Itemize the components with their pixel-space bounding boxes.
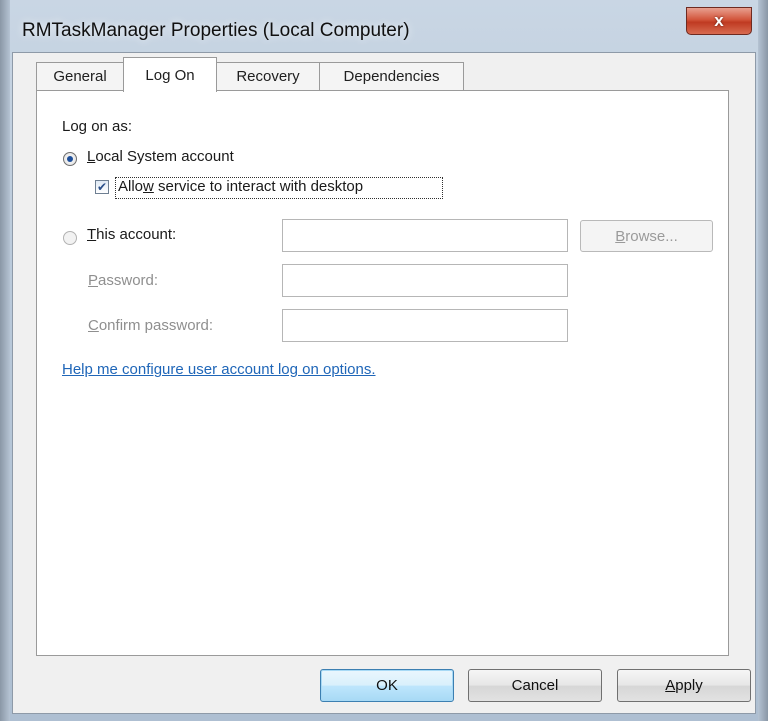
this-account-radio[interactable] [63,231,77,245]
tab-dependencies[interactable]: Dependencies [319,62,464,90]
help-link[interactable]: Help me configure user account log on op… [62,361,376,378]
account-name-input[interactable] [282,219,568,252]
local-system-label[interactable]: Local System account [87,148,234,165]
button-label: pply [675,677,703,694]
button-label: rowse... [625,227,678,245]
mnemonic: A [665,677,676,694]
window-frame-left [0,0,10,721]
properties-window: RMTaskManager Properties (Local Computer… [0,0,768,721]
label-text: service to interact with desktop [153,178,364,195]
tab-log-on[interactable]: Log On [123,57,217,92]
label-text: ocal System account [95,148,234,165]
interact-desktop-label[interactable]: Allow service to interact with desktop [118,178,363,195]
tab-label: Log On [145,66,195,84]
password-input[interactable] [282,264,568,297]
apply-button[interactable]: Apply [617,669,751,702]
window-title: RMTaskManager Properties (Local Computer… [22,20,410,41]
button-label: Cancel [511,677,559,694]
mnemonic: T [87,226,97,243]
window-frame-right [758,0,768,721]
this-account-label[interactable]: This account: [87,226,176,243]
ok-button[interactable]: OK [320,669,454,702]
confirm-password-input[interactable] [282,309,568,342]
mnemonic: B [615,227,626,245]
cancel-button[interactable]: Cancel [468,669,602,702]
checkmark-icon: ✔ [96,180,108,194]
label-text: his account: [96,226,177,243]
local-system-radio[interactable] [63,152,77,166]
mnemonic: w [143,178,154,195]
tab-recovery[interactable]: Recovery [216,62,320,90]
tab-label: General [53,68,107,85]
tab-label: Recovery [236,68,300,85]
close-icon: x [714,11,724,30]
label-text-pre: Allo [118,178,144,195]
tab-general[interactable]: General [36,62,124,90]
button-label: OK [376,677,398,694]
browse-button[interactable]: Browse... [580,220,713,252]
tab-label: Dependencies [343,68,440,85]
interact-desktop-checkbox[interactable]: ✔ [95,180,109,194]
close-button[interactable]: x [686,7,752,35]
